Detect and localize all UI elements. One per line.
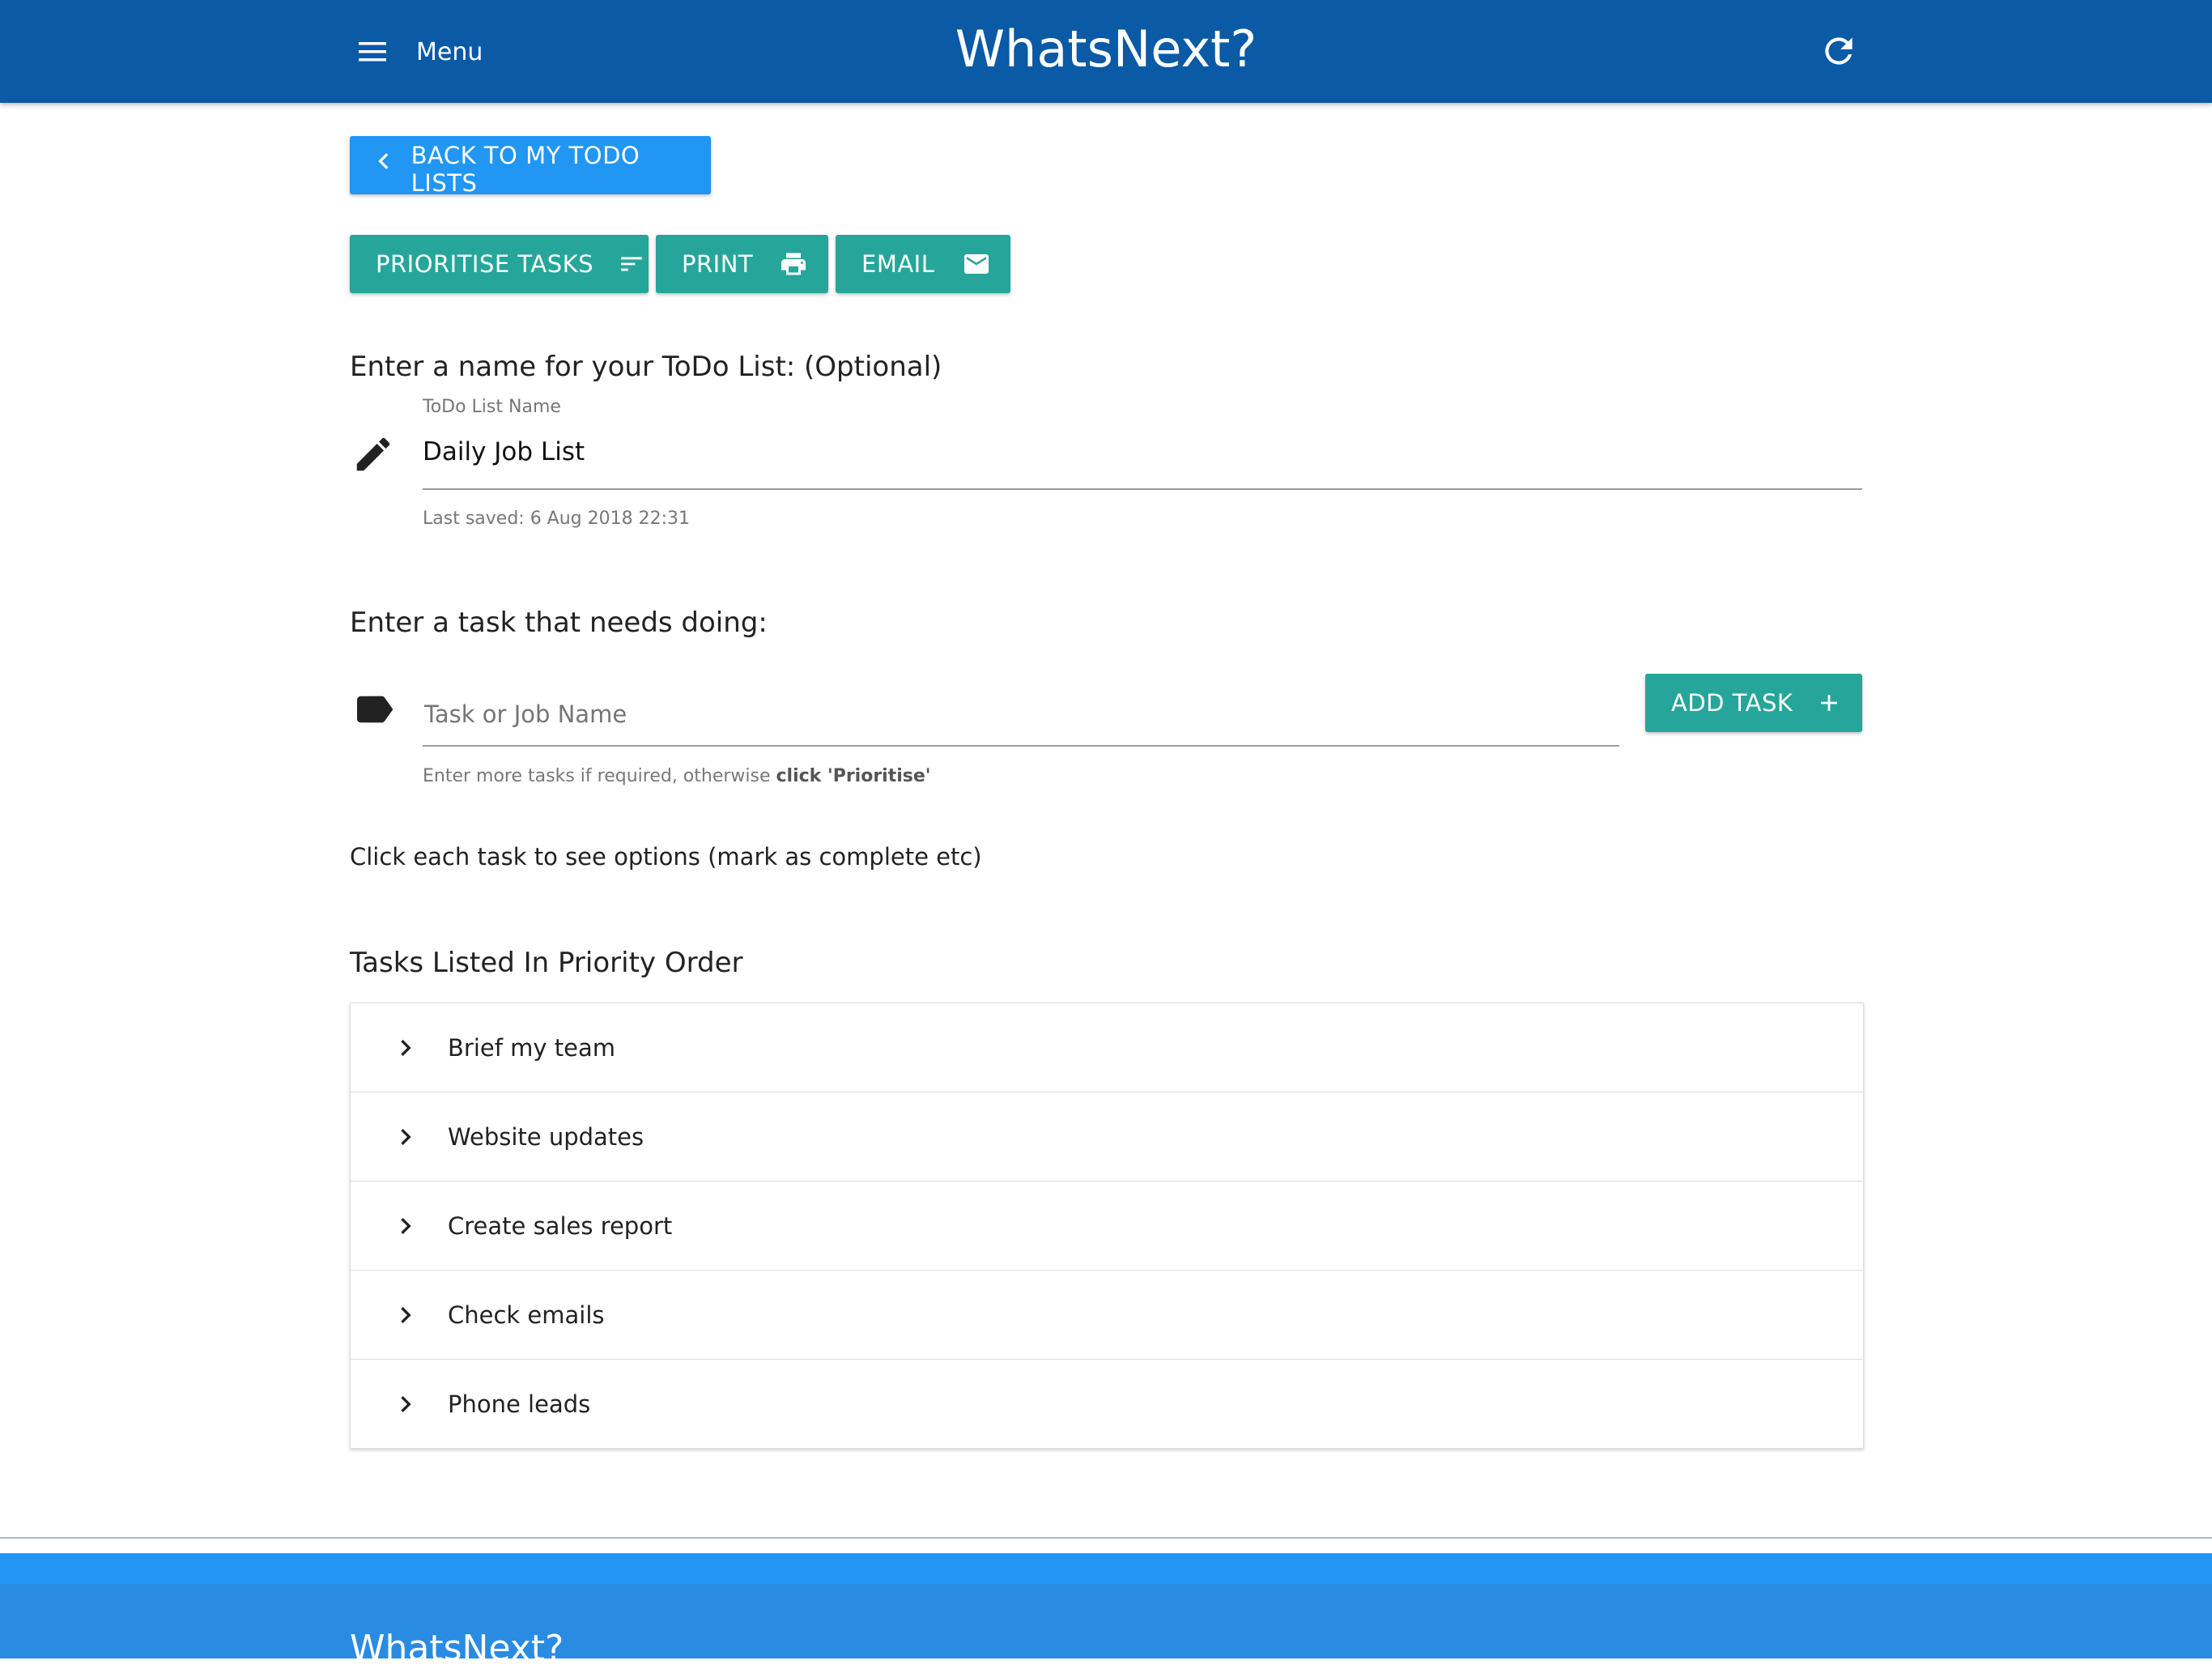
print-button[interactable]: PRINT	[656, 235, 828, 293]
list-name-underline	[423, 488, 1862, 490]
sort-icon	[621, 257, 642, 271]
app-title: WhatsNext?	[955, 19, 1257, 79]
footer	[0, 1553, 2212, 1658]
task-label: Brief my team	[448, 1033, 616, 1062]
printer-icon	[781, 253, 806, 275]
list-name-field-label: ToDo List Name	[423, 397, 561, 417]
plus-icon	[1821, 695, 1838, 711]
pencil-icon	[356, 437, 390, 471]
list-name-input[interactable]: Daily Job List	[423, 437, 1862, 473]
list-name-heading: Enter a name for your ToDo List: (Option…	[350, 351, 942, 383]
task-entry-heading: Enter a task that needs doing:	[350, 607, 768, 639]
task-list: Brief my team Website updates Create sal…	[350, 1003, 1864, 1449]
footer-title: WhatsNext?	[350, 1628, 564, 1669]
task-entry-hint-bold: click 'Prioritise'	[776, 766, 931, 786]
list-item[interactable]: Website updates	[351, 1092, 1863, 1181]
task-name-underline	[423, 745, 1619, 747]
add-task-label: ADD TASK	[1671, 689, 1793, 717]
email-label: EMAIL	[861, 250, 935, 278]
footer-divider	[0, 1537, 2212, 1539]
task-entry-hint: Enter more tasks if required, otherwise …	[423, 766, 931, 786]
label-tag-icon	[357, 696, 393, 723]
refresh-icon	[1825, 37, 1853, 65]
chevron-right-icon	[389, 1388, 422, 1420]
task-name-input[interactable]	[423, 693, 1621, 735]
print-label: PRINT	[682, 250, 754, 278]
chevron-right-icon	[389, 1299, 422, 1331]
prioritise-tasks-button[interactable]: PRIORITISE TASKS	[350, 235, 649, 293]
list-item[interactable]: Phone leads	[351, 1360, 1863, 1448]
task-label: Phone leads	[448, 1390, 591, 1418]
last-saved-text: Last saved: 6 Aug 2018 22:31	[423, 509, 691, 529]
email-button[interactable]: EMAIL	[836, 235, 1010, 293]
tasks-heading: Tasks Listed In Priority Order	[350, 947, 743, 979]
task-label: Create sales report	[448, 1211, 673, 1240]
back-to-lists-label: BACK TO MY TODO LISTS	[410, 142, 640, 197]
mail-icon	[964, 254, 989, 274]
refresh-button[interactable]	[1819, 31, 1859, 71]
task-entry-hint-text: Enter more tasks if required, otherwise	[423, 766, 776, 786]
list-item[interactable]: Brief my team	[351, 1003, 1863, 1092]
chevron-left-icon	[378, 153, 389, 169]
chevron-right-icon	[389, 1210, 422, 1242]
chevron-right-icon	[389, 1032, 422, 1064]
list-item[interactable]: Create sales report	[351, 1181, 1863, 1271]
chevron-right-icon	[389, 1121, 422, 1153]
task-label: Website updates	[448, 1122, 644, 1151]
list-item[interactable]: Check emails	[351, 1271, 1863, 1360]
add-task-button[interactable]: ADD TASK	[1645, 674, 1862, 732]
prioritise-tasks-label: PRIORITISE TASKS	[376, 250, 594, 278]
task-instructions: Click each task to see options (mark as …	[350, 843, 982, 871]
footer-panel	[0, 1584, 2212, 1658]
top-app-bar: Menu WhatsNext?	[0, 0, 2212, 103]
back-to-lists-button[interactable]: BACK TO MY TODO LISTS	[350, 136, 711, 197]
task-label: Check emails	[448, 1301, 605, 1329]
